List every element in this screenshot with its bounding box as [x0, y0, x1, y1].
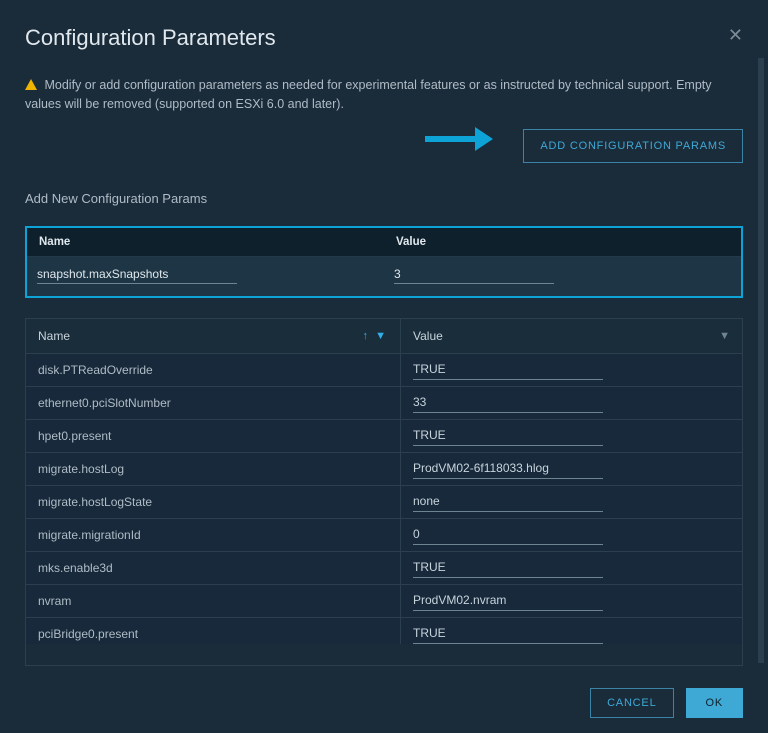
param-value-input[interactable] [413, 458, 603, 479]
param-value-input[interactable] [413, 524, 603, 545]
table-row: migrate.hostLogState [26, 486, 742, 519]
grid-header-value[interactable]: Value ▼ [401, 319, 742, 353]
arrow-line [425, 136, 475, 142]
new-param-header: Name Value [27, 228, 741, 257]
table-row: migrate.migrationId [26, 519, 742, 552]
table-row: mks.enable3d [26, 552, 742, 585]
add-new-params-label: Add New Configuration Params [25, 191, 743, 206]
notice-text: Modify or add configuration parameters a… [25, 76, 743, 129]
add-button-row: ADD CONFIGURATION PARAMS [25, 129, 743, 163]
dialog-footer: CANCEL OK [25, 666, 743, 718]
param-value-input[interactable] [413, 623, 603, 644]
param-value-cell [401, 585, 742, 617]
table-row: nvram [26, 585, 742, 618]
scrollbar[interactable] [758, 58, 764, 663]
table-row: disk.PTReadOverride [26, 354, 742, 387]
grid-header: Name ↑ ▼ Value ▼ [26, 319, 742, 354]
new-param-box: Name Value [25, 226, 743, 298]
arrow-annotation [425, 127, 493, 151]
notice-message: Modify or add configuration parameters a… [25, 78, 712, 111]
param-name-cell: migrate.migrationId [26, 519, 401, 551]
new-param-value-header: Value [384, 228, 741, 256]
new-param-name-header: Name [27, 228, 384, 256]
param-name-cell: mks.enable3d [26, 552, 401, 584]
param-name-cell: disk.PTReadOverride [26, 354, 401, 386]
ok-button[interactable]: OK [686, 688, 744, 718]
filter-icon[interactable]: ▼ [719, 330, 730, 342]
param-name-cell: hpet0.present [26, 420, 401, 452]
param-name-cell: migrate.hostLog [26, 453, 401, 485]
param-value-cell [401, 618, 742, 644]
table-row: pciBridge0.present [26, 618, 742, 644]
table-row: ethernet0.pciSlotNumber [26, 387, 742, 420]
table-row: hpet0.present [26, 420, 742, 453]
param-value-input[interactable] [413, 557, 603, 578]
new-param-row [27, 257, 741, 296]
grid-header-value-label: Value [413, 329, 443, 343]
param-name-cell: nvram [26, 585, 401, 617]
param-value-input[interactable] [413, 425, 603, 446]
param-value-cell [401, 486, 742, 518]
param-value-cell [401, 354, 742, 386]
param-name-cell: pciBridge0.present [26, 618, 401, 644]
new-param-value-input[interactable] [394, 265, 554, 284]
grid-body[interactable]: disk.PTReadOverrideethernet0.pciSlotNumb… [26, 354, 742, 644]
param-value-cell [401, 453, 742, 485]
dialog-title: Configuration Parameters [25, 25, 276, 51]
config-params-dialog: Configuration Parameters ✕ Modify or add… [0, 0, 768, 733]
param-value-input[interactable] [413, 392, 603, 413]
param-value-cell [401, 552, 742, 584]
warning-icon [25, 79, 37, 90]
grid-header-name[interactable]: Name ↑ ▼ [26, 319, 401, 353]
cancel-button[interactable]: CANCEL [590, 688, 673, 718]
param-value-input[interactable] [413, 590, 603, 611]
new-param-name-input[interactable] [37, 265, 237, 284]
param-value-cell [401, 420, 742, 452]
arrow-head-icon [475, 127, 493, 151]
param-value-input[interactable] [413, 359, 603, 380]
close-icon[interactable]: ✕ [728, 25, 743, 46]
param-value-input[interactable] [413, 491, 603, 512]
param-value-cell [401, 387, 742, 419]
param-value-cell [401, 519, 742, 551]
params-grid: Name ↑ ▼ Value ▼ disk.PTReadOverrideethe… [25, 318, 743, 667]
param-name-cell: ethernet0.pciSlotNumber [26, 387, 401, 419]
grid-header-name-label: Name [38, 329, 70, 343]
sort-icon[interactable]: ↑ ▼ [363, 330, 388, 342]
param-name-cell: migrate.hostLogState [26, 486, 401, 518]
add-configuration-params-button[interactable]: ADD CONFIGURATION PARAMS [523, 129, 743, 163]
table-row: migrate.hostLog [26, 453, 742, 486]
dialog-header: Configuration Parameters ✕ [25, 25, 743, 51]
